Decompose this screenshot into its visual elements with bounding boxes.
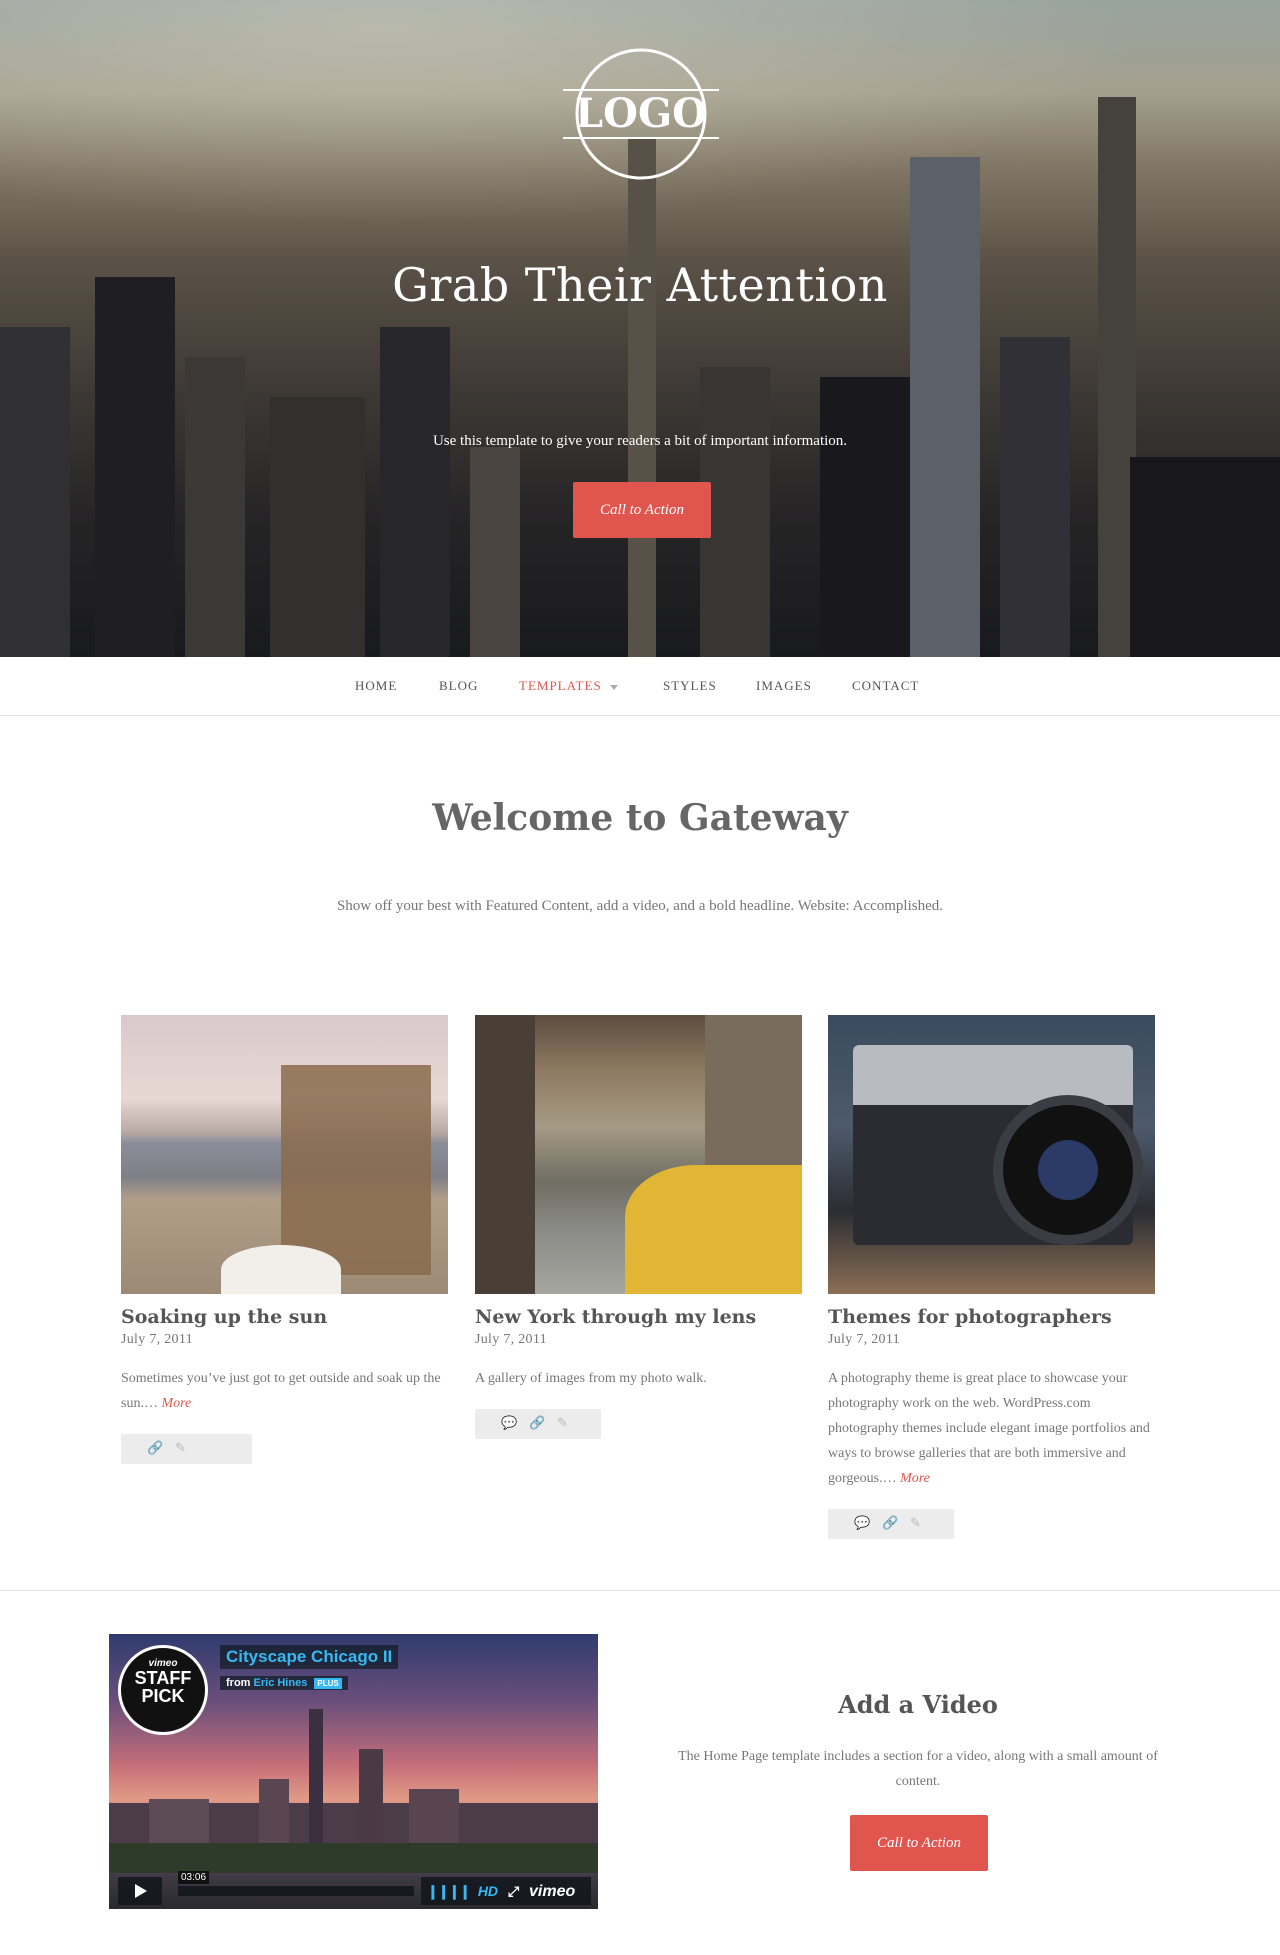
hero-cta-button[interactable]: Call to Action	[573, 482, 711, 538]
post-thumbnail[interactable]	[828, 1015, 1155, 1294]
video-title[interactable]: Cityscape Chicago II	[220, 1645, 399, 1669]
nav-item-templates[interactable]: TEMPLATES	[519, 678, 618, 694]
edit-icon[interactable]: ✎	[557, 1415, 568, 1431]
post-date[interactable]: July 7, 2011	[828, 1332, 1155, 1348]
video-byline: from Eric Hines PLUS	[220, 1676, 348, 1690]
video-controls: 03:06 ❙❙❙❙ HD ⤢ vimeo	[109, 1871, 598, 1909]
play-button[interactable]	[118, 1877, 162, 1905]
featured-post: New York through my lens July 7, 2011 A …	[475, 1015, 802, 1439]
video-player[interactable]: vimeo STAFF PICK Cityscape Chicago II fr…	[109, 1634, 598, 1909]
link-icon[interactable]: 🔗	[882, 1515, 898, 1531]
more-link[interactable]: More	[900, 1471, 930, 1486]
welcome-title: Welcome to Gateway	[432, 797, 848, 839]
welcome-text: Show off your best with Featured Content…	[336, 898, 944, 914]
nav-item-home[interactable]: HOME	[355, 678, 397, 694]
comment-icon[interactable]: 💬	[854, 1515, 870, 1531]
staff-pick-line1: STAFF	[134, 1668, 192, 1688]
section-divider	[0, 1590, 1280, 1591]
post-excerpt: Sometimes you’ve just got to get outside…	[121, 1366, 448, 1416]
hero-title: Grab Their Attention	[392, 258, 888, 312]
volume-icon[interactable]: ❙❙❙❙	[427, 1883, 471, 1899]
nav-item-contact[interactable]: CONTACT	[852, 678, 919, 694]
post-thumbnail[interactable]	[475, 1015, 802, 1294]
video-progress-track[interactable]	[178, 1886, 414, 1896]
play-icon	[135, 1884, 147, 1898]
featured-post: Themes for photographers July 7, 2011 A …	[828, 1015, 1155, 1539]
nav-item-blog[interactable]: BLOG	[439, 678, 478, 694]
edit-icon[interactable]: ✎	[910, 1515, 921, 1531]
staff-pick-line2: PICK	[141, 1686, 185, 1706]
link-icon[interactable]: 🔗	[529, 1415, 545, 1431]
featured-post: Soaking up the sun July 7, 2011 Sometime…	[121, 1015, 448, 1464]
plus-badge: PLUS	[314, 1678, 342, 1689]
more-link[interactable]: More	[161, 1396, 191, 1411]
logo-text: LOGO	[575, 90, 707, 137]
video-right-controls: ❙❙❙❙ HD ⤢ vimeo	[421, 1877, 591, 1905]
post-excerpt-text: A photography theme is great place to sh…	[828, 1371, 1150, 1486]
post-title[interactable]: Themes for photographers	[828, 1306, 1155, 1328]
nav-item-images[interactable]: IMAGES	[756, 678, 812, 694]
staff-pick-badge[interactable]: vimeo STAFF PICK	[118, 1645, 208, 1735]
post-date[interactable]: July 7, 2011	[121, 1332, 448, 1348]
add-video-cta-button[interactable]: Call to Action	[850, 1815, 988, 1871]
site-logo[interactable]: LOGO	[563, 44, 719, 184]
post-meta-bar: 💬 🔗 ✎	[828, 1509, 954, 1539]
post-title[interactable]: New York through my lens	[475, 1306, 802, 1328]
video-duration: 03:06	[178, 1871, 210, 1884]
vimeo-logo[interactable]: vimeo	[529, 1883, 575, 1900]
post-title[interactable]: Soaking up the sun	[121, 1306, 448, 1328]
video-author-link[interactable]: Eric Hines	[254, 1677, 308, 1689]
edit-icon[interactable]: ✎	[175, 1440, 186, 1456]
nav-item-styles[interactable]: STYLES	[663, 678, 717, 694]
post-thumbnail[interactable]	[121, 1015, 448, 1294]
nav-item-templates-label: TEMPLATES	[519, 678, 602, 693]
hd-toggle[interactable]: HD	[478, 1883, 498, 1899]
post-meta-bar: 💬 🔗 ✎	[475, 1409, 601, 1439]
add-video-title: Add a Video	[838, 1690, 998, 1719]
hero-banner: LOGO Grab Their Attention Use this templ…	[0, 0, 1280, 657]
post-date[interactable]: July 7, 2011	[475, 1332, 802, 1348]
post-excerpt: A photography theme is great place to sh…	[828, 1366, 1155, 1491]
link-icon[interactable]: 🔗	[147, 1440, 163, 1456]
chevron-down-icon	[609, 684, 618, 690]
fullscreen-icon[interactable]: ⤢	[508, 1883, 519, 1899]
post-excerpt: A gallery of images from my photo walk.	[475, 1371, 707, 1386]
comment-icon[interactable]: 💬	[501, 1415, 517, 1431]
post-meta-bar: 🔗 ✎	[121, 1434, 252, 1464]
add-video-text: The Home Page template includes a sectio…	[678, 1749, 1158, 1789]
hero-subtitle: Use this template to give your readers a…	[432, 433, 848, 449]
video-by-prefix: from	[226, 1677, 251, 1689]
main-navigation: HOME BLOG TEMPLATES STYLES IMAGES CONTAC…	[0, 657, 1280, 716]
